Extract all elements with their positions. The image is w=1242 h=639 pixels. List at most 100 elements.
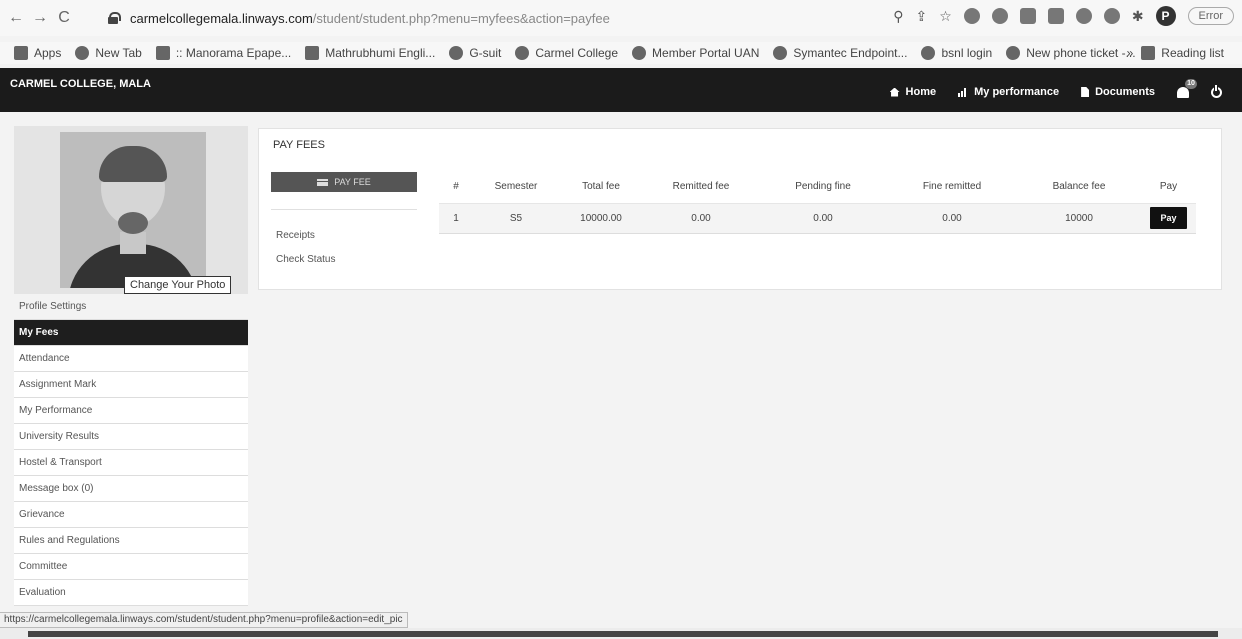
menu-icon (317, 178, 329, 186)
col-header-remitted-fee: Remitted fee (643, 171, 759, 204)
fee-table: # Semester Total fee Remitted fee Pendin… (439, 171, 1196, 234)
col-header-pending-fine: Pending fine (759, 171, 887, 204)
bookmark-gsuit[interactable]: G-suit (449, 46, 501, 60)
table-header-row: # Semester Total fee Remitted fee Pendin… (439, 171, 1196, 204)
bookmark-manorama[interactable]: :: Manorama Epape... (155, 46, 291, 60)
bookmark-new-tab[interactable]: New Tab (75, 46, 142, 60)
document-icon (1081, 87, 1090, 97)
col-header-semester: Semester (473, 171, 559, 204)
profile-photo-area: Change Your Photo (14, 126, 248, 294)
globe-icon (515, 46, 530, 60)
sidebar-item-assignment-mark[interactable]: Assignment Mark (14, 372, 248, 398)
star-burst-icon (1006, 46, 1021, 60)
cell-balance-fee: 10000 (1017, 203, 1141, 234)
bookmark-member-portal[interactable]: Member Portal UAN (632, 46, 759, 60)
globe-icon (773, 46, 788, 60)
bell-icon: 10 (1177, 78, 1197, 98)
back-arrow-icon[interactable]: ← (4, 9, 28, 27)
pay-fee-button[interactable]: PAY FEE (271, 172, 417, 192)
extension-flask-icon[interactable] (1103, 8, 1120, 24)
col-header-num: # (439, 171, 473, 204)
taskbar-strip (0, 628, 1242, 639)
cell-pending-fine: 0.00 (759, 203, 887, 234)
mathrubhumi-icon (305, 46, 320, 60)
lock-icon (108, 12, 121, 24)
sidebar-item-rules-regulations[interactable]: Rules and Regulations (14, 528, 248, 554)
forward-arrow-icon[interactable]: → (28, 9, 52, 27)
link-status-bar: https://carmelcollegemala.linways.com/st… (0, 612, 408, 628)
globe-icon (632, 46, 647, 60)
extension-grid-icon[interactable] (1019, 8, 1036, 24)
error-button[interactable]: Error (1187, 7, 1234, 25)
nav-home[interactable]: Home (889, 86, 936, 98)
bookmark-star-icon[interactable]: ☆ (939, 8, 952, 25)
bookmark-carmel-college[interactable]: Carmel College (515, 46, 618, 60)
bar-chart-icon (958, 87, 968, 97)
home-icon (889, 87, 900, 97)
avatar (60, 132, 206, 288)
bookmark-symantec[interactable]: Symantec Endpoint... (773, 46, 907, 60)
bookmark-phone-ticket[interactable]: New phone ticket -... (1006, 46, 1136, 60)
bookmark-bsnl[interactable]: bsnl login (921, 46, 992, 60)
divider (271, 209, 417, 210)
profile-avatar[interactable]: P (1155, 6, 1176, 26)
zoom-icon[interactable]: ⚲ (893, 8, 903, 25)
app-header: CARMEL COLLEGE, MALA Home My performance… (0, 68, 1242, 112)
cell-semester: S5 (473, 203, 559, 234)
extension-bug-icon[interactable] (1075, 8, 1092, 24)
cell-pay: Pay (1141, 203, 1196, 234)
page-title: PAY FEES (273, 139, 325, 151)
notification-badge: 10 (1185, 78, 1197, 89)
sidebar-item-my-performance[interactable]: My Performance (14, 398, 248, 424)
globe-icon (921, 46, 936, 60)
address-bar[interactable]: carmelcollegemala.linways.com/student/st… (108, 7, 848, 29)
cell-remitted-fee: 0.00 (643, 203, 759, 234)
cell-fine-remitted: 0.00 (887, 203, 1017, 234)
more-bookmarks-button[interactable]: » (1127, 46, 1134, 60)
top-nav: Home My performance Documents 10 (889, 78, 1222, 98)
col-header-pay: Pay (1141, 171, 1196, 204)
url-host: carmelcollegemala.linways.com (130, 10, 313, 26)
manorama-icon (155, 46, 170, 60)
table-row: 1 S5 10000.00 0.00 0.00 0.00 10000 Pay (439, 203, 1196, 234)
col-header-fine-remitted: Fine remitted (887, 171, 1017, 204)
college-brand[interactable]: CARMEL COLLEGE, MALA (10, 78, 151, 90)
check-status-link[interactable]: Check Status (276, 254, 335, 265)
sidebar-item-profile-settings[interactable]: Profile Settings (14, 294, 248, 320)
sidebar: Change Your Photo Profile Settings My Fe… (14, 126, 248, 606)
apps-grid-icon (14, 46, 28, 60)
sidebar-item-hostel-transport[interactable]: Hostel & Transport (14, 450, 248, 476)
pay-button[interactable]: Pay (1150, 207, 1187, 229)
extension-icon[interactable] (1047, 8, 1064, 24)
sidebar-item-university-results[interactable]: University Results (14, 424, 248, 450)
sidebar-item-my-fees[interactable]: My Fees (14, 320, 248, 346)
reload-icon[interactable]: C (52, 9, 76, 27)
sidebar-item-committee[interactable]: Committee (14, 554, 248, 580)
extension-circle-icon[interactable] (991, 8, 1008, 24)
nav-notifications[interactable]: 10 (1177, 78, 1197, 98)
nav-my-performance[interactable]: My performance (958, 86, 1059, 98)
col-header-total-fee: Total fee (559, 171, 643, 204)
nav-documents[interactable]: Documents (1081, 86, 1155, 98)
bookmark-mathrubhumi[interactable]: Mathrubhumi Engli... (305, 46, 435, 60)
reading-list-icon (1141, 46, 1156, 60)
sidebar-item-grievance[interactable]: Grievance (14, 502, 248, 528)
sidebar-item-attendance[interactable]: Attendance (14, 346, 248, 372)
nav-logout[interactable] (1211, 84, 1222, 98)
receipts-link[interactable]: Receipts (276, 230, 315, 241)
extension-shield-icon[interactable] (963, 8, 980, 24)
reading-list-button[interactable]: Reading list (1141, 46, 1224, 60)
browser-toolbar: ← → C carmelcollegemala.linways.com/stud… (0, 0, 1242, 36)
url-path: /student/student.php?menu=myfees&action=… (312, 10, 610, 26)
google-icon (449, 46, 464, 60)
cell-total-fee: 10000.00 (559, 203, 643, 234)
pay-fees-panel: PAY FEES PAY FEE Receipts Check Status #… (258, 128, 1222, 290)
bookmark-apps[interactable]: Apps (14, 46, 61, 60)
power-icon (1211, 84, 1222, 98)
share-icon[interactable]: ⇪ (916, 8, 928, 25)
change-photo-button[interactable]: Change Your Photo (124, 276, 232, 294)
sidebar-item-evaluation[interactable]: Evaluation (14, 580, 248, 606)
cell-num: 1 (439, 203, 473, 234)
sidebar-item-message-box[interactable]: Message box (0) (14, 476, 248, 502)
extensions-puzzle-icon[interactable]: ✱ (1132, 8, 1144, 25)
